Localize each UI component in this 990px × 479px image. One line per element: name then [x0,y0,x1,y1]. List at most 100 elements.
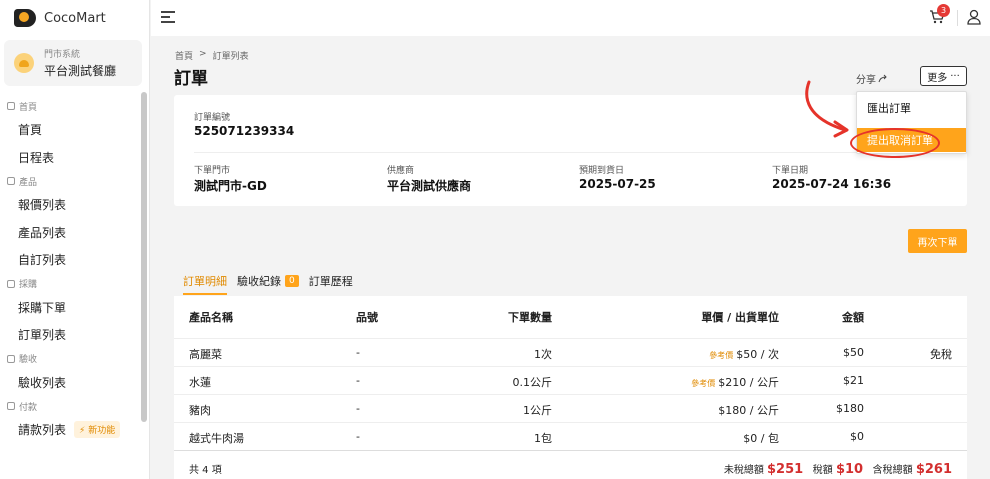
pretax-label: 未稅總額 [723,465,764,476]
nav-group-home: 首頁 [0,96,140,116]
store-system-label: 門市系統 [44,50,81,60]
amount: $50 [843,346,864,359]
breadcrumb: 首頁 > 訂單列表 [175,49,249,62]
new-feature-badge: ⚡ 新功能 [74,421,121,439]
store-name: 平台測試餐廳 [44,64,117,78]
amount: $180 [836,402,864,415]
logo-icon [14,9,36,27]
product-code: - [356,402,360,415]
pretax-total: $251 [767,462,804,477]
tab-order-details[interactable]: 訂單明細 [183,270,227,295]
sidebar-item-custom-list[interactable]: 自訂列表 [0,246,140,274]
order-number-label: 訂單編號 [194,113,231,123]
sidebar-item-receiving-list[interactable]: 驗收列表 [0,369,140,397]
sidebar-scrollbar[interactable] [141,92,147,422]
nav-group-receiving: 驗收 [0,349,140,369]
col-quantity: 下單數量 [508,311,552,324]
product-name: 水蓮 [189,376,211,389]
annotation-circle [850,128,940,158]
order-items-table: 產品名稱 品號 下單數量 單價 / 出貨單位 金額 高麗菜 - 1次 參考價 $5… [174,296,967,479]
totals-summary: 未稅總額 $251 稅額 $10 含稅總額 $261 [724,461,952,477]
col-product-name: 產品名稱 [189,311,233,324]
unit-price: $180 / 公斤 [718,404,779,417]
cart-small-icon [7,279,15,288]
ellipsis-icon: ··· [950,70,960,82]
order-date-label: 下單日期 [772,166,809,176]
user-icon[interactable] [967,9,981,25]
sidebar-item-invoice-list[interactable]: 請款列表 ⚡ 新功能 [0,416,140,444]
page-title: 訂單 [174,69,208,89]
store-switcher[interactable]: 門市系統 平台測試餐廳 [4,40,142,86]
home-icon [7,102,15,110]
sidebar-item-quotes[interactable]: 報價列表 [0,191,140,219]
quantity: 1公斤 [523,404,552,417]
share-icon [878,74,887,83]
sidebar-nav: 首頁 首頁 日程表 產品 報價列表 產品列表 自訂列表 採購 採購下單 訂單列表… [0,96,140,444]
order-store: 測試門市-GD [194,179,267,193]
app-logo[interactable]: CocoMart [14,8,106,28]
nav-group-products: 產品 [0,171,140,191]
item-count: 共 4 項 [189,465,222,476]
tax-status: 免稅 [930,348,952,361]
unit-price: $0 / 包 [743,432,779,445]
nav-group-payment: 付款 [0,396,140,416]
quantity: 1次 [534,348,552,361]
payment-icon [7,402,15,410]
more-button[interactable]: 更多 ··· [920,66,967,86]
sidebar-item-products[interactable]: 產品列表 [0,219,140,247]
share-button[interactable]: 分享 [856,71,888,86]
breadcrumb-home[interactable]: 首頁 [175,49,193,62]
sidebar-item-purchase-order[interactable]: 採購下單 [0,294,140,322]
topbar: 3 [151,0,990,36]
sidebar-item-home[interactable]: 首頁 [0,116,140,144]
supplier-label: 供應商 [387,166,415,176]
product-name: 高麗菜 [189,348,222,361]
breadcrumb-separator: > [199,49,207,59]
quantity: 1包 [534,432,552,445]
cart-count-badge: 3 [937,4,950,17]
product-code: - [356,374,360,387]
product-code: - [356,346,360,359]
total-label: 含稅總額 [872,465,913,476]
sidebar-item-label: 請款列表 [18,423,67,438]
table-row: 高麗菜 - 1次 參考價 $50 / 次 $50 免稅 [174,338,967,366]
quantity: 0.1公斤 [512,376,553,389]
order-supplier: 平台測試供應商 [387,179,472,193]
store-avatar-icon [14,53,34,73]
receiving-count-badge: 0 [285,275,299,287]
tab-receiving-records[interactable]: 驗收紀錄 0 [237,270,299,292]
sidebar-item-schedule[interactable]: 日程表 [0,144,140,172]
product-name: 越式牛肉湯 [189,432,244,445]
export-order-item[interactable]: 匯出訂單 [857,96,966,120]
tax-label: 稅額 [812,465,833,476]
divider [194,152,947,153]
app-name: CocoMart [44,10,106,26]
tab-order-history[interactable]: 訂單歷程 [309,270,353,292]
order-number: 525071239334 [194,124,295,138]
amount: $0 [850,430,864,443]
unit-price: 參考價 $210 / 公斤 [691,376,779,389]
table-row: 豬肉 - 1公斤 $180 / 公斤 $180 [174,394,967,422]
col-unit-price: 單價 / 出貨單位 [701,311,779,324]
col-product-code: 品號 [356,311,378,324]
unit-price: 參考價 $50 / 次 [709,348,779,361]
divider [957,10,958,26]
receipt-icon [7,354,15,363]
amount: $21 [843,374,864,387]
annotation-arrow-icon [805,80,849,138]
nav-group-purchase: 採購 [0,274,140,294]
detail-tabs: 訂單明細 驗收紀錄 0 訂單歷程 [183,270,353,296]
reorder-button[interactable]: 再次下單 [908,229,967,253]
sidebar-item-order-list[interactable]: 訂單列表 [0,321,140,349]
table-row: 越式牛肉湯 - 1包 $0 / 包 $0 [174,422,967,450]
breadcrumb-current[interactable]: 訂單列表 [213,49,249,62]
store-label: 下單門市 [194,166,231,176]
delivery-label: 預期到貨日 [579,166,625,176]
collapse-menu-icon[interactable] [161,11,175,23]
order-date: 2025-07-24 16:36 [772,177,892,191]
grand-total: $261 [915,462,952,477]
product-code: - [356,430,360,443]
table-row: 水蓮 - 0.1公斤 參考價 $210 / 公斤 $21 [174,366,967,394]
delivery-date: 2025-07-25 [579,177,656,191]
sidebar: CocoMart 門市系統 平台測試餐廳 首頁 首頁 日程表 產品 報價列表 產… [0,0,150,479]
